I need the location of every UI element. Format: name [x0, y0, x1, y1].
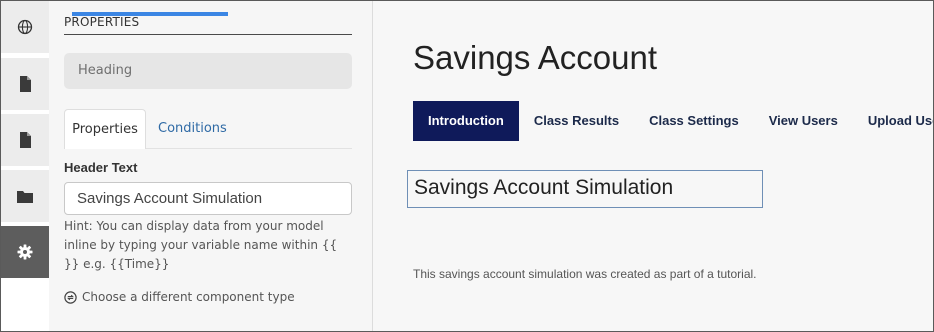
- nav-upload-users[interactable]: Upload Users: [853, 101, 933, 141]
- page-title: Savings Account: [413, 39, 657, 76]
- rail-button-settings[interactable]: [1, 226, 49, 278]
- properties-panel: PROPERTIES Heading Properties Conditions…: [50, 1, 372, 331]
- nav-class-results[interactable]: Class Results: [519, 101, 634, 141]
- rail-button-globe[interactable]: [1, 1, 49, 53]
- icon-rail: [1, 1, 49, 331]
- document-icon: [19, 132, 31, 148]
- nav-view-users[interactable]: View Users: [754, 101, 853, 141]
- header-text-label: Header Text: [64, 160, 138, 175]
- document-icon: [19, 76, 31, 92]
- rail-button-folder[interactable]: [1, 170, 49, 222]
- preview-nav: Introduction Class Results Class Setting…: [413, 101, 933, 141]
- nav-introduction[interactable]: Introduction: [413, 101, 519, 141]
- panel-title: PROPERTIES: [64, 15, 352, 35]
- rail-button-document-1[interactable]: [1, 58, 49, 110]
- tab-conditions[interactable]: Conditions: [158, 109, 227, 149]
- change-component-type-link[interactable]: Choose a different component type: [64, 290, 295, 304]
- nav-class-settings[interactable]: Class Settings: [634, 101, 754, 141]
- header-text-input[interactable]: [64, 182, 352, 215]
- change-component-type-label: Choose a different component type: [82, 290, 295, 304]
- rail-button-document-2[interactable]: [1, 114, 49, 166]
- folder-icon: [17, 190, 33, 203]
- editor-window: PROPERTIES Heading Properties Conditions…: [0, 0, 934, 332]
- hint-text: Hint: You can display data from your mod…: [64, 219, 338, 271]
- gear-icon: [17, 244, 33, 260]
- tab-divider: [146, 148, 352, 149]
- selected-heading-component[interactable]: Savings Account Simulation: [407, 170, 763, 208]
- tab-properties[interactable]: Properties: [64, 109, 146, 149]
- swap-icon: [64, 290, 77, 304]
- globe-icon: [17, 19, 33, 35]
- component-type-display: Heading: [64, 53, 352, 89]
- page-preview: Savings Account Introduction Class Resul…: [373, 1, 933, 331]
- intro-text: This savings account simulation was crea…: [413, 267, 757, 281]
